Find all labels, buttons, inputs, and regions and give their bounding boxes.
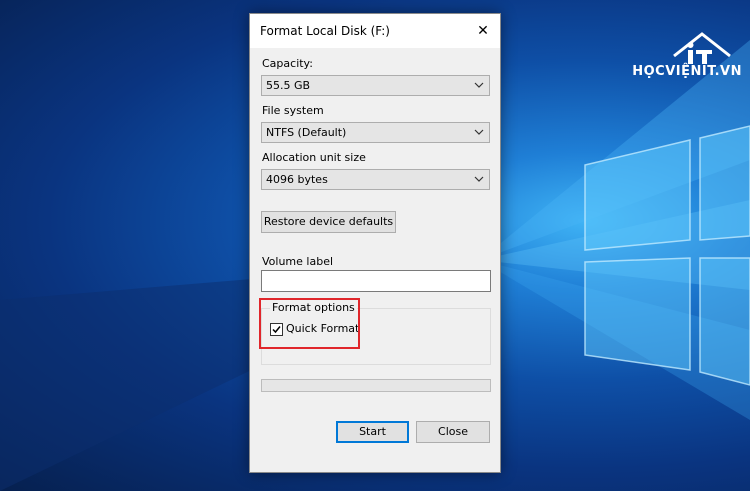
chevron-down-icon	[474, 82, 484, 88]
title-bar: Format Local Disk (F:) ✕	[250, 14, 500, 48]
watermark-text: HỌCVIỆNIT.VN	[632, 64, 742, 79]
format-progress-bar	[261, 379, 491, 392]
close-icon[interactable]: ✕	[466, 14, 500, 48]
annotation-highlight-box	[259, 298, 360, 349]
close-button[interactable]: Close	[416, 421, 490, 443]
allocation-value: 4096 bytes	[266, 173, 328, 186]
dialog-title: Format Local Disk (F:)	[260, 24, 390, 38]
start-button[interactable]: Start	[336, 421, 409, 443]
capacity-select[interactable]: 55.5 GB	[261, 75, 490, 96]
filesystem-select[interactable]: NTFS (Default)	[261, 122, 490, 143]
filesystem-value: NTFS (Default)	[266, 126, 347, 139]
chevron-down-icon	[474, 176, 484, 182]
format-dialog: Format Local Disk (F:) ✕ Capacity: 55.5 …	[249, 13, 501, 473]
volume-label-caption: Volume label	[262, 255, 334, 268]
capacity-value: 55.5 GB	[266, 79, 311, 92]
capacity-label: Capacity:	[262, 57, 313, 70]
allocation-label: Allocation unit size	[262, 151, 366, 164]
chevron-down-icon	[474, 129, 484, 135]
filesystem-label: File system	[262, 104, 324, 117]
volume-label-input[interactable]	[261, 270, 491, 292]
hocvienit-logo-icon	[673, 32, 731, 64]
allocation-select[interactable]: 4096 bytes	[261, 169, 490, 190]
restore-defaults-button[interactable]: Restore device defaults	[261, 211, 396, 233]
